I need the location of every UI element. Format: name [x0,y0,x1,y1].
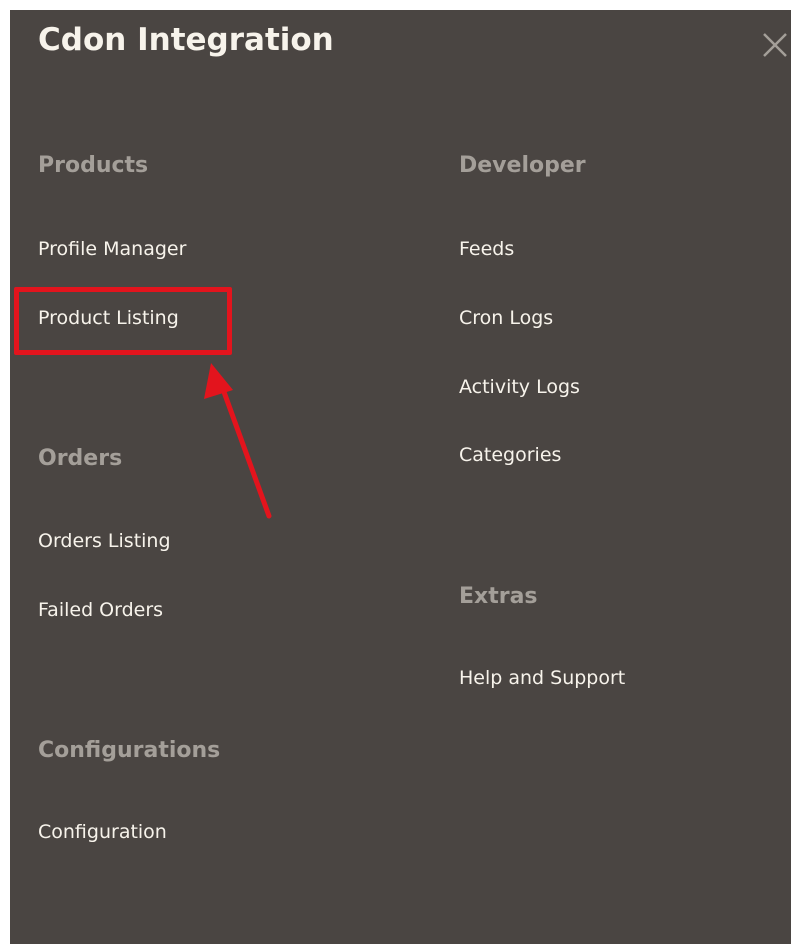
section-heading-configurations: Configurations [38,738,221,763]
section-heading-developer: Developer [459,153,586,178]
menu-item-profile-manager[interactable]: Profile Manager [38,238,186,260]
menu-item-activity-logs[interactable]: Activity Logs [459,376,580,398]
menu-title: Cdon Integration [38,22,334,58]
menu-item-configuration[interactable]: Configuration [38,821,167,843]
cdon-integration-menu-panel: Cdon Integration Products Profile Manage… [10,10,791,944]
menu-item-help-and-support[interactable]: Help and Support [459,667,625,689]
menu-item-feeds[interactable]: Feeds [459,238,514,260]
menu-item-orders-listing[interactable]: Orders Listing [38,530,171,552]
menu-item-categories[interactable]: Categories [459,444,561,466]
section-heading-products: Products [38,153,149,178]
section-heading-orders: Orders [38,446,123,471]
menu-item-failed-orders[interactable]: Failed Orders [38,599,163,621]
annotation-arrow-icon [204,363,272,519]
close-button[interactable] [759,29,791,61]
close-icon [763,33,787,57]
menu-item-cron-logs[interactable]: Cron Logs [459,307,553,329]
annotation-highlight-box [14,287,232,355]
section-heading-extras: Extras [459,584,538,609]
